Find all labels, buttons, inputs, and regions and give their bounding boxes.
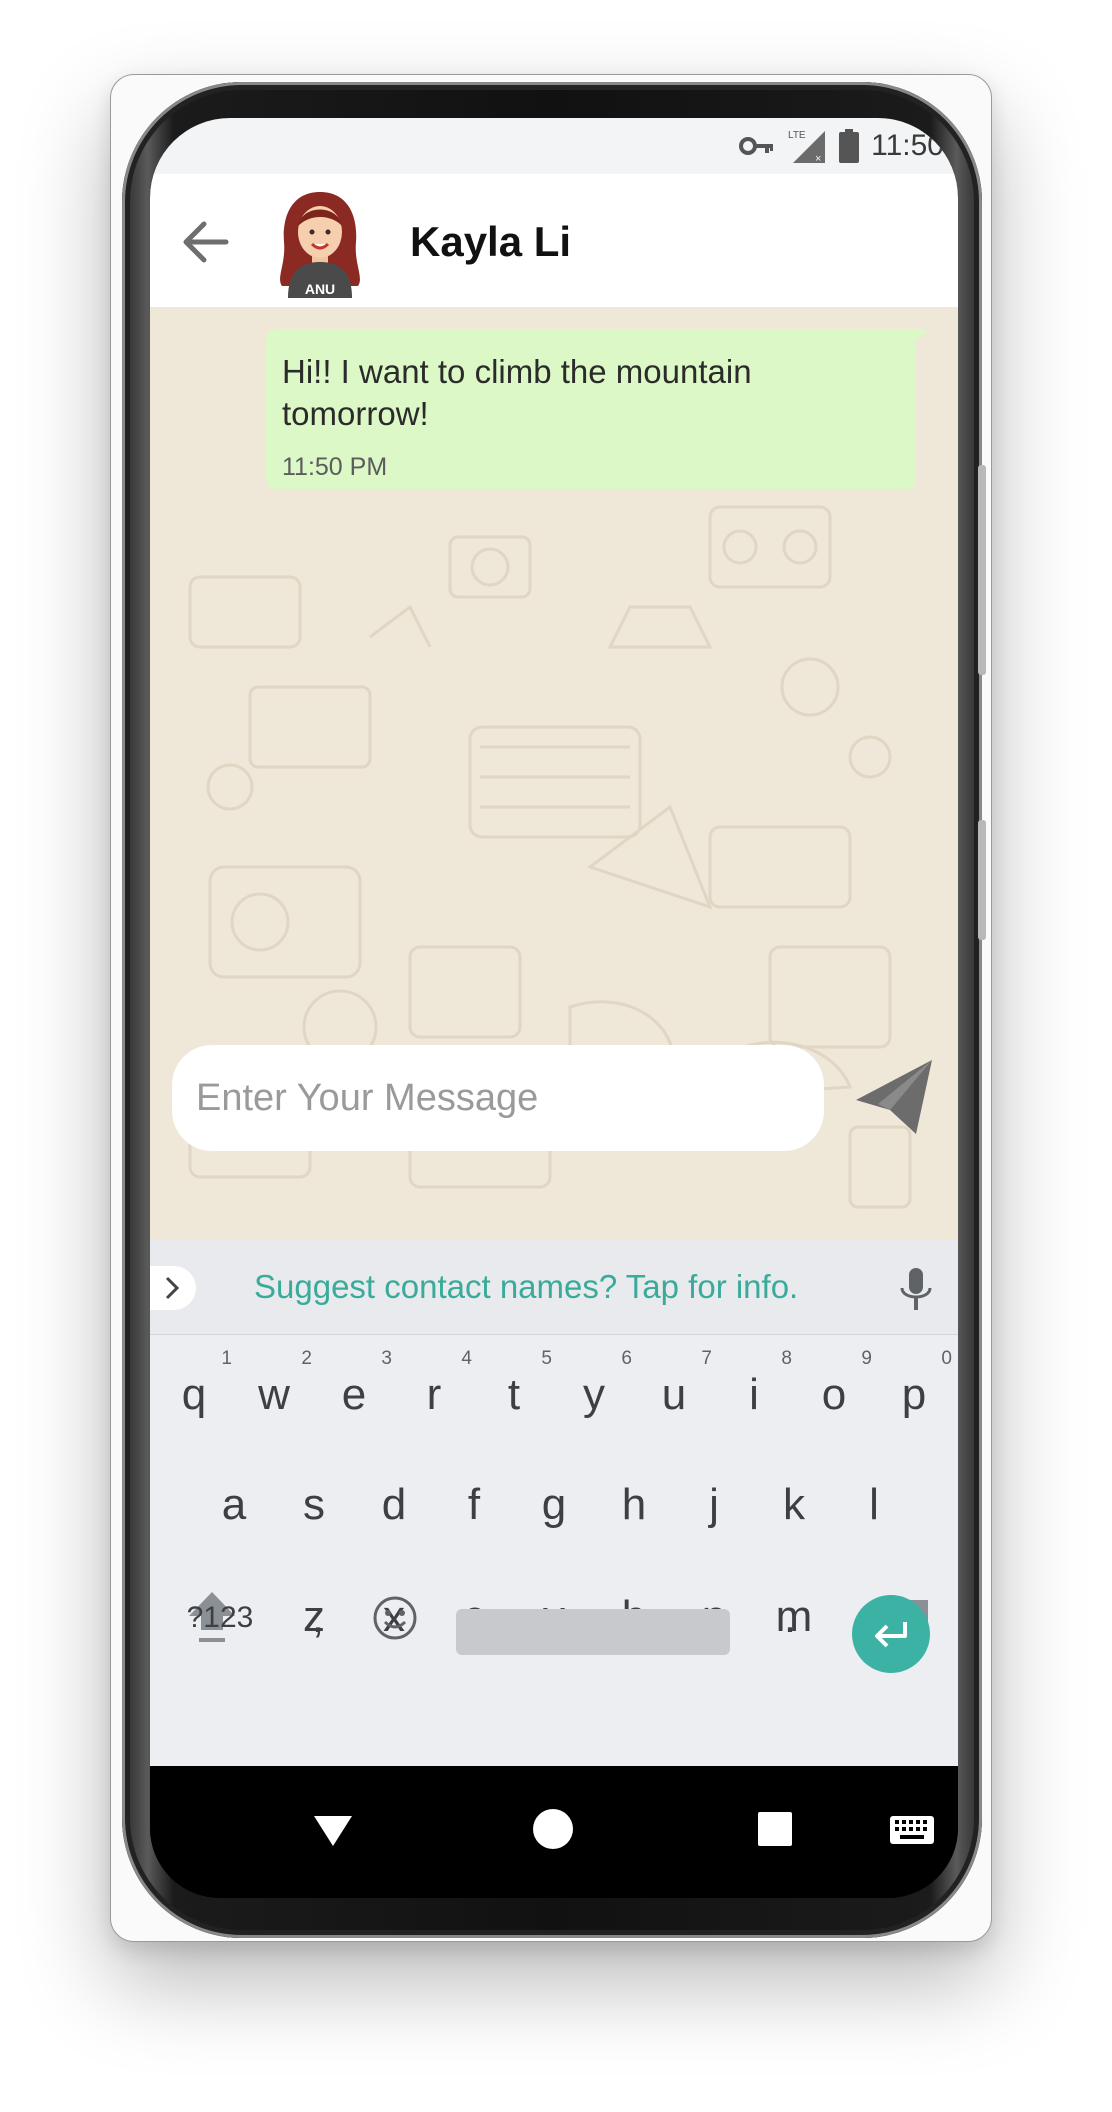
key-d[interactable]: d xyxy=(354,1450,434,1560)
key-q[interactable]: q1 xyxy=(154,1340,234,1450)
key-number-hint: 9 xyxy=(861,1348,872,1369)
key-w[interactable]: w2 xyxy=(234,1340,314,1450)
recents-square-icon[interactable] xyxy=(750,1804,800,1854)
on-screen-keyboard: Suggest contact names? Tap for info. q1w… xyxy=(150,1240,958,1766)
battery-icon xyxy=(839,129,860,163)
symbols-key[interactable]: ?123 xyxy=(172,1563,268,1673)
message-input[interactable] xyxy=(196,1045,806,1151)
key-h[interactable]: h xyxy=(594,1450,674,1560)
message-text: Hi!! I want to climb the mountain tomorr… xyxy=(282,353,752,432)
key-number-hint: 5 xyxy=(541,1348,552,1369)
key-label: y xyxy=(583,1370,605,1419)
key-number-hint: 7 xyxy=(701,1348,712,1369)
key-t[interactable]: t5 xyxy=(474,1340,554,1450)
key-j[interactable]: j xyxy=(674,1450,754,1560)
key-r[interactable]: r4 xyxy=(394,1340,474,1450)
message-time: 11:50 PM xyxy=(282,453,388,481)
emoji-smiley-icon xyxy=(373,1596,417,1640)
back-triangle-icon[interactable] xyxy=(308,1804,358,1854)
home-circle-icon[interactable] xyxy=(528,1804,578,1854)
key-label: o xyxy=(821,1370,847,1419)
volume-button xyxy=(978,465,986,675)
emoji-key[interactable] xyxy=(355,1563,435,1673)
key-number-hint: 3 xyxy=(381,1348,392,1369)
enter-return-icon xyxy=(875,1622,907,1648)
key-number-hint: 8 xyxy=(781,1348,792,1369)
key-p[interactable]: p0 xyxy=(874,1340,954,1450)
paper-plane-icon[interactable] xyxy=(850,1054,936,1140)
key-label: q xyxy=(181,1370,207,1419)
avatar-shirt-text: ANU xyxy=(305,281,335,297)
key-s[interactable]: s xyxy=(274,1450,354,1560)
key-y[interactable]: y6 xyxy=(554,1340,634,1450)
message-composer[interactable] xyxy=(172,1045,824,1151)
vpn-key-icon xyxy=(739,137,774,155)
arrow-left-icon[interactable] xyxy=(176,212,236,272)
network-type-label: LTE xyxy=(788,130,806,141)
key-o[interactable]: o9 xyxy=(794,1340,874,1450)
comma-key[interactable]: , xyxy=(278,1563,358,1673)
avatar[interactable]: ANU xyxy=(272,186,368,298)
key-label: w xyxy=(258,1370,290,1419)
svg-text:×: × xyxy=(815,153,821,165)
system-nav-bar xyxy=(150,1766,958,1898)
key-label: i xyxy=(749,1370,759,1419)
key-u[interactable]: u7 xyxy=(634,1340,714,1450)
status-bar: LTE × 11:50 xyxy=(150,118,958,174)
key-label: p xyxy=(901,1370,927,1419)
key-a[interactable]: a xyxy=(194,1450,274,1560)
key-label: e xyxy=(341,1370,367,1419)
key-l[interactable]: l xyxy=(834,1450,914,1560)
enter-key[interactable] xyxy=(852,1595,930,1673)
key-number-hint: 0 xyxy=(941,1348,952,1369)
keyboard-row-4: ?123 , . xyxy=(150,1240,958,1673)
key-f[interactable]: f xyxy=(434,1450,514,1560)
keyboard-row-1: q1w2e3r4t5y6u7i8o9p0 xyxy=(150,1340,958,1450)
key-g[interactable]: g xyxy=(514,1450,594,1560)
message-bubble[interactable]: Hi!! I want to climb the mountain tomorr… xyxy=(266,329,916,489)
chat-header: ANU Kayla Li xyxy=(150,174,958,307)
key-number-hint: 4 xyxy=(461,1348,472,1369)
key-i[interactable]: i8 xyxy=(714,1340,794,1450)
bubble-tail xyxy=(902,329,930,353)
keyboard-row-2: asdfghjkl xyxy=(150,1450,958,1560)
key-label: t xyxy=(507,1370,521,1419)
key-number-hint: 2 xyxy=(301,1348,312,1369)
key-e[interactable]: e3 xyxy=(314,1340,394,1450)
contact-name: Kayla Li xyxy=(410,218,572,265)
key-number-hint: 6 xyxy=(621,1348,632,1369)
key-number-hint: 1 xyxy=(221,1348,232,1369)
status-time: 11:50 xyxy=(871,129,944,162)
phone-screen: LTE × 11:50 ANU Kayla Li Hi!! I want to … xyxy=(150,118,958,1898)
signal-icon: LTE × xyxy=(788,130,826,165)
key-label: r xyxy=(426,1370,442,1419)
key-label: u xyxy=(661,1370,687,1419)
keyboard-icon[interactable] xyxy=(888,1804,936,1854)
power-button xyxy=(978,820,986,940)
period-key[interactable]: . xyxy=(750,1563,830,1673)
status-icons: LTE × 11:50 xyxy=(739,126,944,166)
key-k[interactable]: k xyxy=(754,1450,834,1560)
space-bar[interactable] xyxy=(456,1609,730,1655)
